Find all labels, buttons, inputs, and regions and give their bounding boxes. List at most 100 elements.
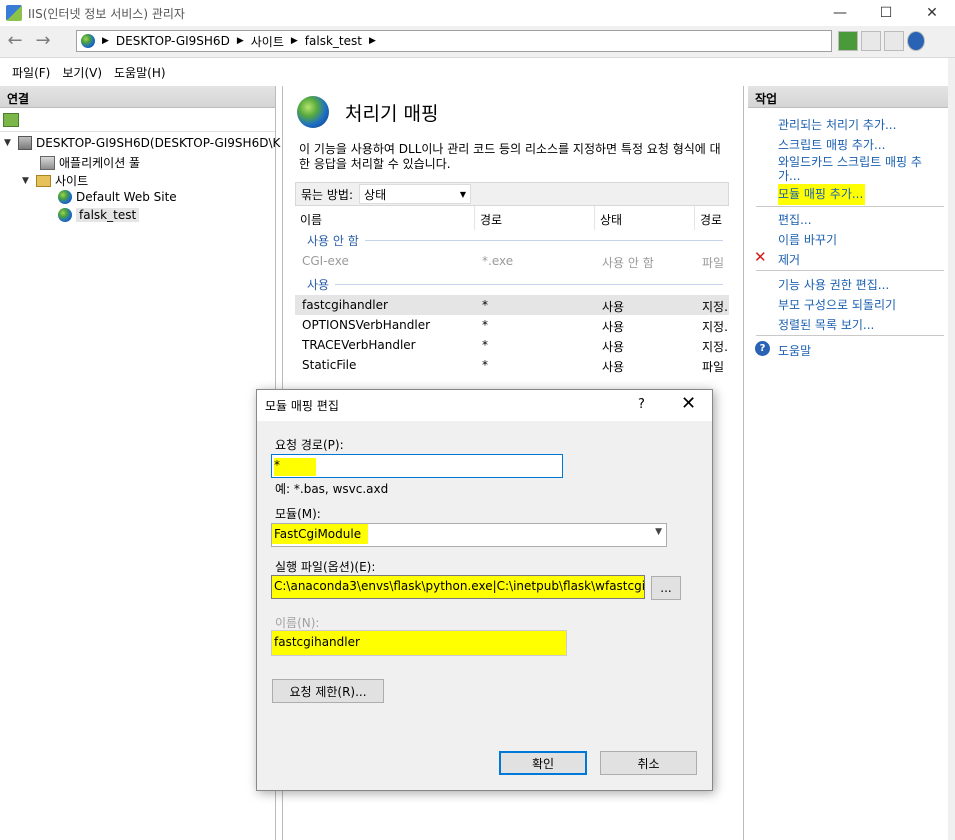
browse-button[interactable]: ... — [651, 576, 681, 600]
table-row[interactable]: OPTIONSVerbHandler * 사용 지정. — [295, 315, 729, 335]
actions-header: 작업 — [748, 86, 955, 108]
ok-button[interactable]: 확인 — [499, 751, 587, 775]
address-breadcrumb[interactable]: ▶ DESKTOP-GI9SH6D ▶ 사이트 ▶ falsk_test ▶ — [76, 30, 832, 52]
maximize-button[interactable]: ☐ — [863, 0, 909, 26]
dialog-title: 모듈 매핑 편집 — [265, 399, 339, 413]
address-toolbar: ← → ▶ DESKTOP-GI9SH6D ▶ 사이트 ▶ falsk_test… — [0, 26, 955, 58]
actions-divider — [756, 270, 944, 271]
forward-button[interactable]: → — [32, 32, 54, 52]
action-revert-to-parent[interactable]: 부모 구성으로 되돌리기 — [778, 296, 896, 313]
column-header-type[interactable]: 경로 — [695, 206, 729, 230]
globe-icon — [81, 34, 95, 48]
table-row[interactable]: TRACEVerbHandler * 사용 지정. — [295, 335, 729, 355]
actions-divider — [756, 206, 944, 207]
globe-icon — [58, 208, 72, 222]
dialog-close-button[interactable]: ✕ — [681, 393, 696, 414]
module-select[interactable]: FastCgiModule ▼ — [271, 523, 667, 547]
help-circle-icon: ? — [755, 341, 770, 356]
window-title: IIS(인터넷 정보 서비스) 관리자 — [28, 6, 185, 21]
action-add-script-map[interactable]: 스크립트 매핑 추가... — [778, 136, 885, 153]
action-remove[interactable]: 제거 — [778, 251, 800, 268]
action-add-module-mapping[interactable]: 모듈 매핑 추가... — [778, 184, 866, 205]
breadcrumb-sites[interactable]: 사이트 — [251, 33, 284, 50]
server-icon — [18, 136, 32, 150]
connections-panel: 연결 ▼ DESKTOP-GI9SH6D(DESKTOP-GI9SH6D\K 애… — [0, 86, 280, 840]
request-path-input[interactable]: * — [271, 454, 563, 478]
menu-help[interactable]: 도움말(H) — [114, 64, 166, 81]
window-controls: — ☐ ✕ — [817, 0, 955, 26]
name-input[interactable]: fastcgihandler — [271, 630, 567, 656]
action-add-managed-handler[interactable]: 관리되는 처리기 추가... — [778, 116, 896, 133]
column-header-path[interactable]: 경로 — [475, 206, 595, 230]
chevron-right-icon: ▶ — [368, 36, 376, 46]
table-row[interactable]: fastcgihandler * 사용 지정. — [295, 295, 729, 315]
handler-mappings-icon — [297, 96, 329, 128]
app-pool-icon — [40, 155, 55, 170]
tree-node-default-web-site[interactable]: Default Web Site — [44, 190, 177, 204]
menu-file[interactable]: 파일(F) — [12, 64, 50, 81]
tree-label-default-web-site: Default Web Site — [76, 190, 177, 204]
refresh-icon[interactable] — [838, 31, 858, 51]
collapse-icon[interactable]: ▼ — [4, 138, 14, 148]
group-enabled[interactable]: 사용 — [295, 274, 729, 294]
action-help[interactable]: 도움말 — [778, 342, 811, 359]
dialog-help-button[interactable]: ? — [638, 397, 645, 412]
tree-node-falsk-test[interactable]: falsk_test — [44, 208, 140, 222]
request-restrictions-button[interactable]: 요청 제한(R)... — [272, 679, 384, 703]
group-by-select[interactable]: 상태 ▼ — [359, 184, 472, 204]
remove-x-icon: ✕ — [754, 248, 767, 266]
executable-input[interactable]: C:\anaconda3\envs\flask\python.exe|C:\in… — [271, 575, 645, 599]
close-button[interactable]: ✕ — [909, 0, 955, 26]
feature-description: 이 기능을 사용하여 DLL이나 관리 코드 등의 리소스를 지정하면 특정 요… — [299, 142, 721, 171]
menu-bar: 파일(F) 보기(V) 도움말(H) — [0, 59, 955, 85]
iis-app-icon — [6, 5, 22, 21]
group-by-value: 상태 — [364, 187, 387, 202]
tree-label-app-pools: 애플리케이션 풀 — [59, 156, 141, 170]
request-path-label: 요청 경로(P): — [275, 438, 344, 452]
connect-icon[interactable] — [3, 112, 19, 127]
minimize-button[interactable]: — — [817, 0, 863, 26]
address-tools — [838, 31, 925, 51]
feature-header: 처리기 매핑 — [297, 96, 438, 128]
vertical-scrollbar[interactable] — [948, 58, 955, 840]
action-add-wildcard-script-map-cont[interactable]: 가... — [778, 167, 800, 184]
tree-node-server[interactable]: ▼ DESKTOP-GI9SH6D(DESKTOP-GI9SH6D\K — [4, 136, 280, 150]
cancel-button[interactable]: 취소 — [600, 751, 697, 775]
help-icon[interactable] — [907, 31, 925, 51]
menu-view[interactable]: 보기(V) — [62, 64, 102, 81]
tree-node-sites[interactable]: ▼ 사이트 — [22, 172, 88, 189]
edit-module-mapping-dialog: 모듈 매핑 편집 ? ✕ 요청 경로(P): * 예: *.bas, wsvc.… — [256, 389, 713, 791]
executable-label: 실행 파일(옵션)(E): — [275, 560, 376, 574]
action-edit-feature-permissions[interactable]: 기능 사용 권한 편집... — [778, 276, 889, 293]
home-icon[interactable] — [884, 31, 904, 51]
table-row[interactable]: StaticFile * 사용 파일 — [295, 355, 729, 375]
name-label: 이름(N): — [275, 616, 320, 630]
collapse-icon[interactable]: ▼ — [22, 176, 32, 186]
action-rename[interactable]: 이름 바꾸기 — [778, 231, 837, 248]
tree-label-sites: 사이트 — [55, 174, 89, 188]
column-header-name[interactable]: 이름 ^ — [295, 206, 475, 230]
request-path-example: 예: *.bas, wsvc.axd — [275, 482, 389, 496]
group-by-label: 묶는 방법: — [301, 187, 354, 202]
dialog-titlebar: 모듈 매핑 편집 ? ✕ — [257, 390, 712, 421]
stop-icon[interactable] — [861, 31, 881, 51]
action-view-ordered-list[interactable]: 정렬된 목록 보기... — [778, 316, 874, 333]
column-header-state[interactable]: 상태 — [595, 206, 695, 230]
back-button[interactable]: ← — [4, 32, 26, 52]
tree-label-server: DESKTOP-GI9SH6D(DESKTOP-GI9SH6D\K — [36, 136, 281, 150]
breadcrumb-site[interactable]: falsk_test — [305, 34, 362, 48]
table-row[interactable]: CGI-exe *.exe 사용 안 함 파일 — [295, 251, 729, 271]
connections-toolbar — [0, 108, 275, 132]
connections-header: 연결 — [0, 86, 275, 108]
actions-divider — [756, 335, 944, 336]
module-label: 모듈(M): — [275, 507, 321, 521]
action-edit[interactable]: 편집... — [778, 211, 812, 228]
window-titlebar: IIS(인터넷 정보 서비스) 관리자 — ☐ ✕ — [0, 0, 955, 26]
tree-node-app-pools[interactable]: 애플리케이션 풀 — [26, 154, 140, 171]
chevron-down-icon: ▼ — [655, 527, 662, 537]
actions-panel: 작업 관리되는 처리기 추가... 스크립트 매핑 추가... 와일드카드 스크… — [748, 86, 955, 840]
breadcrumb-server[interactable]: DESKTOP-GI9SH6D — [116, 34, 230, 48]
tree-label-falsk-test: falsk_test — [76, 208, 140, 222]
group-by-bar: 묶는 방법: 상태 ▼ — [295, 182, 729, 206]
group-disabled[interactable]: 사용 안 함 — [295, 230, 729, 250]
